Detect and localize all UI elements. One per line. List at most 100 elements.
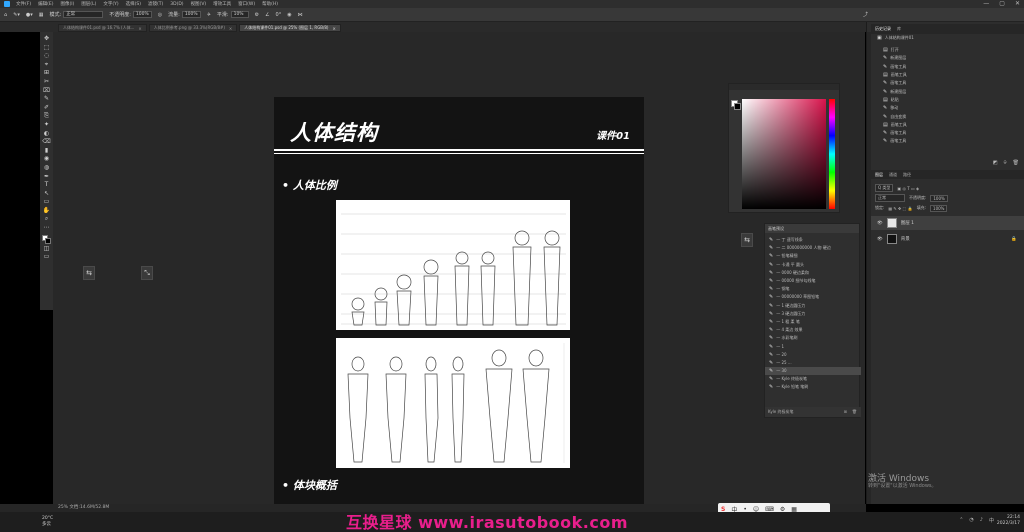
home-icon[interactable]: ⌂ — [4, 12, 7, 18]
brush-preset-item[interactable]: ✎ 一 铅笔精细 — [765, 252, 861, 260]
new-brush-icon[interactable]: ⊞ — [844, 407, 847, 417]
menu-help[interactable]: 帮助(H) — [262, 1, 278, 7]
brush-size-icon[interactable]: ●▾ — [26, 12, 33, 18]
color-swatches[interactable] — [42, 234, 51, 245]
blend-mode-select[interactable]: 正常 — [875, 194, 905, 202]
panel-toggle-icon[interactable]: ⇆ — [741, 233, 753, 247]
crop-tool-icon[interactable]: ⊞ — [42, 69, 51, 78]
layer-name[interactable]: 背景 — [901, 236, 910, 242]
panel-header[interactable] — [729, 84, 839, 90]
marquee-tool-icon[interactable]: ⬚ — [42, 44, 51, 53]
history-item[interactable]: ✎ 画笔工具 — [871, 129, 1024, 137]
rectangle-tool-icon[interactable]: ▭ — [42, 198, 51, 207]
menu-image[interactable]: 图像(I) — [60, 1, 74, 7]
chevron-up-icon[interactable]: ⌃ — [959, 517, 963, 524]
lock-icons[interactable]: ▦ ✎ ✥ ⬚ 🔒 — [888, 206, 912, 211]
quick-mask-icon[interactable]: ◫ — [42, 245, 51, 254]
menu-3d[interactable]: 3D(D) — [170, 2, 183, 7]
opacity-field[interactable]: 100% — [132, 11, 152, 18]
close-icon[interactable]: × — [138, 26, 141, 31]
zoom-tool-icon[interactable]: ⌕ — [42, 215, 51, 224]
hue-slider[interactable] — [829, 99, 835, 209]
history-item[interactable]: ✎ 新建图层 — [871, 54, 1024, 62]
history-item[interactable]: ✎ 自由变换 — [871, 112, 1024, 120]
smoothing-field[interactable]: 10% — [230, 11, 249, 18]
close-icon[interactable]: × — [229, 26, 232, 31]
menu-file[interactable]: 文件(F) — [16, 1, 31, 7]
brush-preset-item[interactable]: ✎ 一 00000000 草图铅笔 — [765, 293, 861, 301]
history-item[interactable]: ✎ 画笔工具 — [871, 63, 1024, 71]
clock[interactable]: 22:14 2022/3/17 — [997, 515, 1020, 527]
flow-field[interactable]: 100% — [181, 11, 201, 18]
history-item[interactable]: ▤ 画笔工具 — [871, 121, 1024, 129]
delete-icon[interactable]: 🗑 — [1013, 160, 1019, 168]
tab-layers[interactable]: 图层 — [875, 172, 883, 178]
gradient-tool-icon[interactable]: ▮ — [42, 147, 51, 156]
brush-panel-toggle-icon[interactable]: ▦ — [39, 12, 44, 18]
close-icon[interactable]: ✕ — [1015, 0, 1020, 7]
tab-libraries[interactable]: 库 — [897, 26, 901, 32]
tab-document-2[interactable]: 人体比例参考.png @ 33.3%(RGB/8#) × — [148, 24, 238, 32]
swap-icon[interactable]: ⇆ — [83, 266, 95, 280]
move-tool-icon[interactable]: ✥ — [42, 35, 51, 44]
history-item[interactable]: ▤ 打开 — [871, 46, 1024, 54]
smoothing-settings-icon[interactable]: ⚙ — [255, 12, 259, 18]
angle-icon[interactable]: ∠ — [265, 12, 269, 18]
quick-select-tool-icon[interactable]: ⌖ — [42, 61, 51, 70]
brush-preset-item[interactable]: ✎ 一 Kyle 铅笔 笔刷 — [765, 383, 861, 391]
brush-preset-item[interactable]: ✎ 一 25 ... — [765, 359, 861, 367]
brush-preset-item[interactable]: ✎ 一 水彩笔刷 — [765, 334, 861, 342]
tab-history[interactable]: 历史记录 — [875, 26, 891, 32]
weather-widget[interactable]: 20°C 多云 — [42, 516, 53, 528]
pressure-opacity-icon[interactable]: ◎ — [158, 12, 162, 18]
brush-preset-item[interactable]: ✎ 一 4 柔边 效果 — [765, 326, 861, 334]
menu-layer[interactable]: 图层(L) — [81, 1, 96, 7]
history-brush-tool-icon[interactable]: ◐ — [42, 130, 51, 139]
brush-preset-icon[interactable]: ✎▾ — [13, 12, 20, 18]
tab-document-1[interactable]: 人体结构课件01.psd @ 16.7% (人体... × — [58, 24, 147, 32]
tab-paths[interactable]: 路径 — [903, 172, 911, 178]
close-icon[interactable]: × — [333, 26, 336, 31]
brush-preset-item[interactable]: ✎ 一 丁 速写线条 — [765, 236, 861, 244]
lasso-tool-icon[interactable]: ◌ — [42, 52, 51, 61]
history-item[interactable]: ✎ 移动 — [871, 104, 1024, 112]
saturation-brightness-field[interactable] — [742, 99, 826, 209]
brush-preset-item[interactable]: ✎ 一 0000 硬边柔和 — [765, 269, 861, 277]
history-snapshot[interactable]: ▣ 人体结构课件01 — [871, 34, 914, 42]
volume-icon[interactable]: ♪ — [980, 517, 983, 524]
mode-select[interactable]: 正常 — [63, 11, 104, 18]
brush-panel-title[interactable]: 画笔预设 — [765, 224, 859, 233]
network-icon[interactable]: ◔ — [969, 517, 973, 524]
brush-preset-item[interactable]: ✎ 一 1 硬边圆压力 — [765, 302, 861, 310]
snapshot-new-icon[interactable]: ◩ — [993, 160, 998, 168]
layer-name[interactable]: 图层 1 — [901, 220, 914, 226]
menu-edit[interactable]: 编辑(E) — [38, 1, 53, 7]
minimize-icon[interactable]: — — [983, 0, 989, 7]
dodge-tool-icon[interactable]: ◍ — [42, 164, 51, 173]
menu-type[interactable]: 文字(Y) — [103, 1, 118, 7]
clone-stamp-tool-icon[interactable]: ⎘ — [42, 112, 51, 121]
brush-preset-item[interactable]: ✎ 一 Kyle 终极炭笔 — [765, 375, 861, 383]
brush-tool-icon[interactable]: ✐ — [42, 104, 51, 113]
brush-preset-item[interactable]: ✎ 一 00000 细节勾线笔 — [765, 277, 861, 285]
blur-tool-icon[interactable]: ◉ — [42, 155, 51, 164]
brush-preset-item[interactable]: ✎ 一 钢笔 — [765, 285, 861, 293]
tab-document-3[interactable]: 人体结构课件01.psd @ 25% (图层 1, RGB/8) × — [239, 24, 341, 32]
pen-tool-icon[interactable]: ✒ — [42, 173, 51, 182]
eraser-tool-icon[interactable]: ⌫ — [42, 138, 51, 147]
camera-icon[interactable]: ⌾ — [1004, 160, 1007, 168]
screen-mode-icon[interactable]: ▭ — [42, 253, 51, 262]
edit-toolbar-icon[interactable]: ⋯ — [42, 224, 51, 233]
slice-tool-icon[interactable]: ✂ — [42, 78, 51, 87]
brush-preset-item[interactable]: ✎ 一 30 — [765, 367, 861, 376]
path-select-tool-icon[interactable]: ↖ — [42, 190, 51, 199]
history-item[interactable]: ▤ 粘贴 — [871, 96, 1024, 104]
visibility-eye-icon[interactable]: 👁 — [877, 237, 883, 242]
brush-preset-item[interactable]: ✎ 一 3 硬边圆压力 — [765, 310, 861, 318]
background-color-swatch[interactable] — [734, 103, 741, 110]
filter-icons[interactable]: ▣ ◎ T ▭ ◈ — [897, 186, 919, 191]
layer-row[interactable]: 👁 图层 1 — [871, 216, 1024, 230]
history-item[interactable]: ✎ 画笔工具 — [871, 79, 1024, 87]
tab-channels[interactable]: 通道 — [889, 172, 897, 178]
visibility-eye-icon[interactable]: 👁 — [877, 221, 883, 226]
